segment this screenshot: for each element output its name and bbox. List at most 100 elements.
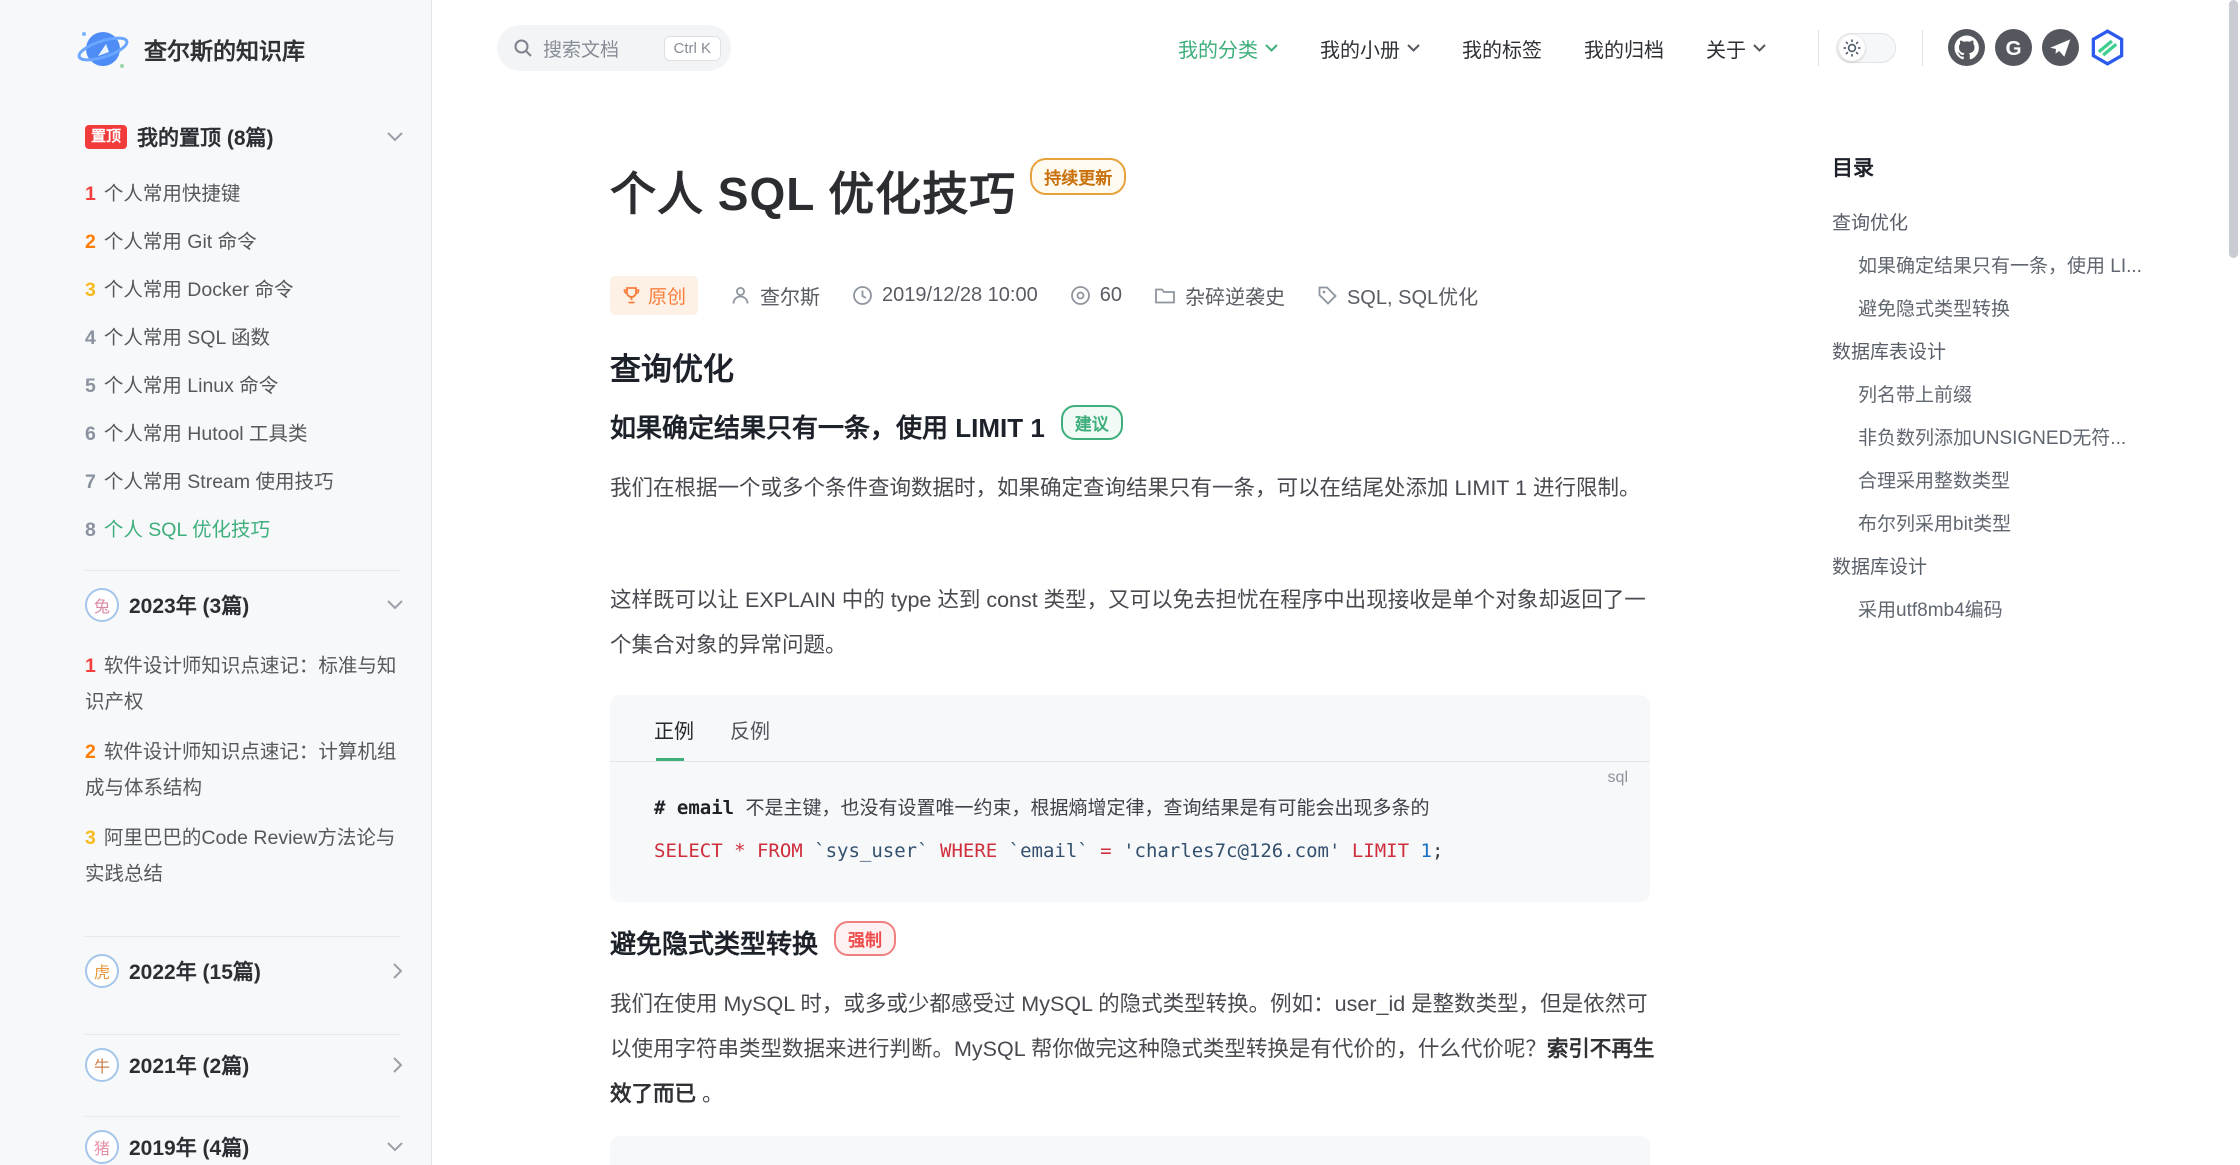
code-comment: 不是主键，也没有设置唯一约束，根据熵增定律，查询结果是有可能会出现多条的	[746, 797, 1430, 819]
sidebar-item-sql-func[interactable]: 4个人常用 SQL 函数	[85, 320, 403, 356]
sql-keyword: WHERE	[940, 840, 1009, 862]
nav-tags[interactable]: 我的标签	[1462, 34, 1542, 63]
header-divider	[1922, 30, 1923, 66]
item-label: 个人常用 SQL 函数	[104, 327, 270, 349]
toc-item[interactable]: 非负数列添加UNSIGNED无符...	[1832, 417, 2162, 460]
paragraph: 我们在根据一个或多个条件查询数据时，如果确定查询结果只有一条，可以在结尾处添加 …	[610, 466, 1655, 511]
year-2019-header[interactable]: 猪 2019年 (4篇)	[85, 1130, 403, 1164]
year-2023-header[interactable]: 兔 2023年 (3篇)	[85, 588, 403, 622]
theme-toggle[interactable]	[1836, 33, 1896, 63]
sidebar-item-2023-3[interactable]: 3阿里巴巴的Code Review方法论与实践总结	[85, 820, 403, 892]
user-icon	[730, 285, 751, 306]
scrollbar[interactable]	[2229, 0, 2238, 258]
item-label: 软件设计师知识点速记：标准与知识产权	[85, 655, 396, 713]
subsection-limit1: 如果确定结果只有一条，使用 LIMIT 1 建议	[610, 408, 1123, 445]
meta-date: 2019/12/28 10:00	[852, 284, 1038, 307]
table-of-contents: 目录 查询优化 如果确定结果只有一条，使用 LI... 避免隐式类型转换 数据库…	[1832, 152, 2162, 632]
telegram-icon[interactable]	[2042, 29, 2079, 66]
toc-item[interactable]: 合理采用整数类型	[1832, 460, 2162, 503]
item-label: 阿里巴巴的Code Review方法论与实践总结	[85, 827, 395, 885]
toggle-knob	[1839, 35, 1865, 61]
search-shortcut-badge: Ctrl K	[664, 36, 722, 61]
origin-label: 原创	[648, 282, 686, 309]
divider	[610, 761, 1650, 762]
year-2021-header[interactable]: 牛 2021年 (2篇)	[85, 1048, 403, 1082]
toc-item[interactable]: 数据库表设计	[1832, 331, 2162, 374]
meta-views: 60	[1070, 284, 1122, 307]
toc-item[interactable]: 避免隐式类型转换	[1832, 288, 2162, 331]
chevron-right-icon[interactable]	[393, 1057, 403, 1073]
site-title: 查尔斯的知识库	[144, 32, 305, 66]
year-2022-header[interactable]: 虎 2022年 (15篇)	[85, 954, 403, 988]
sql-keyword: FROM	[757, 840, 814, 862]
ox-zodiac-icon: 牛	[85, 1048, 119, 1082]
chevron-down-icon[interactable]	[387, 1142, 403, 1152]
sidebar-item-git[interactable]: 2个人常用 Git 命令	[85, 224, 403, 260]
article-meta: 原创 查尔斯 2019/12/28 10:00 60 杂碎逆袭史 SQL, SQ…	[610, 276, 1478, 315]
divider	[85, 570, 401, 571]
code-language-label: sql	[1608, 769, 1628, 787]
tags-label: SQL, SQL优化	[1347, 281, 1478, 310]
rabbit-zodiac-icon: 兔	[85, 588, 119, 622]
toc-item[interactable]: 数据库设计	[1832, 546, 2162, 589]
chevron-down-icon[interactable]	[387, 132, 403, 142]
sidebar-item-2023-2[interactable]: 2软件设计师知识点速记：计算机组成与体系结构	[85, 734, 403, 806]
divider	[85, 936, 401, 937]
sidebar-item-2023-1[interactable]: 1软件设计师知识点速记：标准与知识产权	[85, 648, 403, 720]
tab-positive-example[interactable]: 正例	[654, 715, 694, 761]
folder-icon	[1154, 285, 1176, 306]
sidebar-item-linux[interactable]: 5个人常用 Linux 命令	[85, 368, 403, 404]
social-links: G	[1948, 29, 2126, 66]
nav-label: 我的归档	[1584, 34, 1664, 63]
search-placeholder: 搜索文档	[543, 35, 654, 62]
search-input[interactable]: 搜索文档 Ctrl K	[497, 25, 731, 71]
nav-label: 我的标签	[1462, 34, 1542, 63]
code-block[interactable]: # email 不是主键，也没有设置唯一约束，根据熵增定律，查询结果是有可能会出…	[654, 787, 1620, 873]
gitee-icon[interactable]: G	[1995, 29, 2032, 66]
sidebar-item-stream[interactable]: 7个人常用 Stream 使用技巧	[85, 464, 403, 500]
code-example-card-partial	[610, 1136, 1650, 1165]
code-line-comment: # email 不是主键，也没有设置唯一约束，根据熵增定律，查询结果是有可能会出…	[654, 787, 1620, 830]
author-name: 查尔斯	[760, 281, 820, 310]
sidebar: 查尔斯的知识库 置顶 我的置顶 (8篇) 1个人常用快捷键 2个人常用 Git …	[0, 0, 432, 1165]
publish-date: 2019/12/28 10:00	[882, 284, 1038, 307]
item-label: 个人常用 Stream 使用技巧	[104, 471, 334, 493]
year-title: 2019年 (4篇)	[129, 1132, 377, 1162]
section-heading-query-optimization: 查询优化	[610, 344, 734, 389]
item-label: 个人 SQL 优化技巧	[104, 519, 270, 541]
nav-categories[interactable]: 我的分类	[1178, 34, 1278, 63]
pinned-badge: 置顶	[85, 125, 127, 149]
pinned-section-header[interactable]: 置顶 我的置顶 (8篇)	[85, 122, 403, 152]
tab-negative-example[interactable]: 反例	[730, 715, 770, 761]
page-title: 个人 SQL 优化技巧	[610, 168, 1016, 220]
nav-booklets[interactable]: 我的小册	[1320, 34, 1420, 63]
divider	[85, 1034, 401, 1035]
github-icon[interactable]	[1948, 29, 1985, 66]
sidebar-item-sql-tips-active[interactable]: 8个人 SQL 优化技巧	[85, 512, 403, 548]
tiger-zodiac-icon: 虎	[85, 954, 119, 988]
hexagon-site-icon[interactable]	[2089, 29, 2126, 66]
nav-label: 我的小册	[1320, 34, 1400, 63]
sidebar-item-docker[interactable]: 3个人常用 Docker 命令	[85, 272, 403, 308]
nav-archive[interactable]: 我的归档	[1584, 34, 1664, 63]
title-badge: 持续更新	[1030, 158, 1126, 195]
toc-item[interactable]: 如果确定结果只有一条，使用 LI...	[1832, 245, 2162, 288]
subsection-title: 避免隐式类型转换	[610, 924, 818, 961]
toc-item[interactable]: 查询优化	[1832, 202, 2162, 245]
chevron-down-icon[interactable]	[387, 600, 403, 610]
nav-label: 我的分类	[1178, 34, 1258, 63]
code-example-card: 正例 反例 sql # email 不是主键，也没有设置唯一约束，根据熵增定律，…	[610, 695, 1650, 902]
chevron-down-icon	[1753, 44, 1766, 52]
site-logo[interactable]: 查尔斯的知识库	[76, 22, 305, 76]
chevron-right-icon[interactable]	[393, 963, 403, 979]
clock-icon	[852, 285, 873, 306]
sidebar-item-hutool[interactable]: 6个人常用 Hutool 工具类	[85, 416, 403, 452]
sidebar-item-shortcuts[interactable]: 1个人常用快捷键	[85, 176, 403, 212]
nav-about[interactable]: 关于	[1706, 34, 1766, 63]
toc-item[interactable]: 采用utf8mb4编码	[1832, 589, 2162, 632]
toc-item[interactable]: 列名带上前缀	[1832, 374, 2162, 417]
meta-tags[interactable]: SQL, SQL优化	[1317, 281, 1478, 310]
toc-item[interactable]: 布尔列采用bit类型	[1832, 503, 2162, 546]
tag-icon	[1317, 285, 1338, 306]
meta-category[interactable]: 杂碎逆袭史	[1154, 281, 1285, 310]
